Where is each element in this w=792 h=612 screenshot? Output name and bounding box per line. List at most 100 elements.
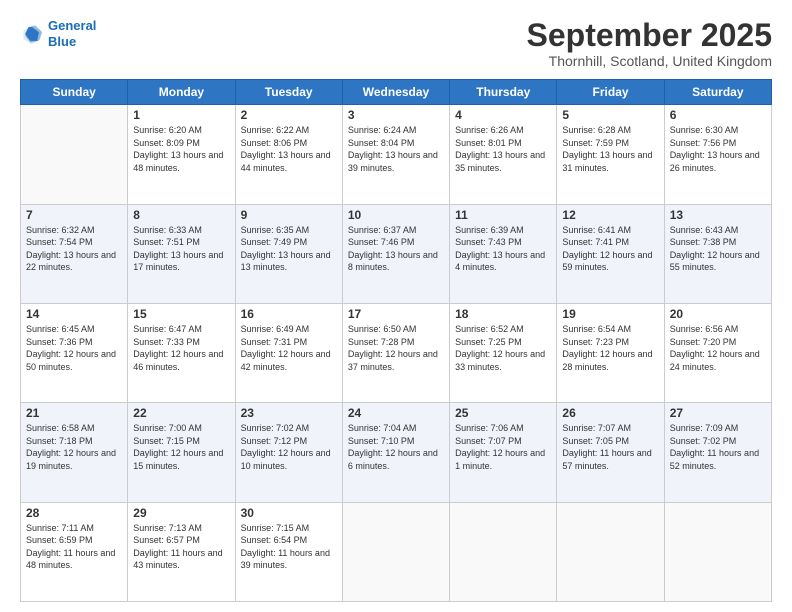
calendar-cell: 10 Sunrise: 6:37 AMSunset: 7:46 PMDayligh… xyxy=(342,204,449,303)
day-number: 18 xyxy=(455,307,551,321)
calendar-cell: 18 Sunrise: 6:52 AMSunset: 7:25 PMDayligh… xyxy=(450,303,557,402)
calendar-cell: 21 Sunrise: 6:58 AMSunset: 7:18 PMDayligh… xyxy=(21,403,128,502)
day-info: Sunrise: 6:35 AMSunset: 7:49 PMDaylight:… xyxy=(241,224,337,274)
day-info: Sunrise: 6:50 AMSunset: 7:28 PMDaylight:… xyxy=(348,323,444,373)
day-number: 11 xyxy=(455,208,551,222)
location: Thornhill, Scotland, United Kingdom xyxy=(527,53,772,69)
month-title: September 2025 xyxy=(527,18,772,53)
calendar-cell: 23 Sunrise: 7:02 AMSunset: 7:12 PMDayligh… xyxy=(235,403,342,502)
calendar-header-thursday: Thursday xyxy=(450,80,557,105)
calendar-cell xyxy=(664,502,771,601)
calendar-cell: 17 Sunrise: 6:50 AMSunset: 7:28 PMDayligh… xyxy=(342,303,449,402)
logo-text: General Blue xyxy=(48,18,96,49)
day-info: Sunrise: 6:56 AMSunset: 7:20 PMDaylight:… xyxy=(670,323,766,373)
day-number: 30 xyxy=(241,506,337,520)
calendar-cell xyxy=(21,105,128,204)
logo-line2: Blue xyxy=(48,34,76,49)
calendar-cell: 8Sunrise: 6:33 AMSunset: 7:51 PMDaylight… xyxy=(128,204,235,303)
day-number: 3 xyxy=(348,108,444,122)
day-info: Sunrise: 6:26 AMSunset: 8:01 PMDaylight:… xyxy=(455,124,551,174)
day-info: Sunrise: 6:54 AMSunset: 7:23 PMDaylight:… xyxy=(562,323,658,373)
day-number: 1 xyxy=(133,108,229,122)
day-info: Sunrise: 6:47 AMSunset: 7:33 PMDaylight:… xyxy=(133,323,229,373)
calendar-cell xyxy=(450,502,557,601)
day-info: Sunrise: 7:09 AMSunset: 7:02 PMDaylight:… xyxy=(670,422,766,472)
day-info: Sunrise: 6:41 AMSunset: 7:41 PMDaylight:… xyxy=(562,224,658,274)
day-number: 15 xyxy=(133,307,229,321)
calendar-cell: 9 Sunrise: 6:35 AMSunset: 7:49 PMDaylight… xyxy=(235,204,342,303)
day-info: Sunrise: 6:43 AMSunset: 7:38 PMDaylight:… xyxy=(670,224,766,274)
calendar-week-row: 21 Sunrise: 6:58 AMSunset: 7:18 PMDayligh… xyxy=(21,403,772,502)
day-info: Sunrise: 6:20 AMSunset: 8:09 PMDaylight:… xyxy=(133,124,229,174)
day-info: Sunrise: 6:45 AMSunset: 7:36 PMDaylight:… xyxy=(26,323,122,373)
calendar-cell xyxy=(342,502,449,601)
day-number: 28 xyxy=(26,506,122,520)
calendar-header-monday: Monday xyxy=(128,80,235,105)
day-number: 29 xyxy=(133,506,229,520)
logo-icon xyxy=(20,22,44,46)
calendar-header-row: SundayMondayTuesdayWednesdayThursdayFrid… xyxy=(21,80,772,105)
day-number: 4 xyxy=(455,108,551,122)
calendar-cell: 30Sunrise: 7:15 AMSunset: 6:54 PMDayligh… xyxy=(235,502,342,601)
calendar-cell: 13 Sunrise: 6:43 AMSunset: 7:38 PMDayligh… xyxy=(664,204,771,303)
day-number: 20 xyxy=(670,307,766,321)
day-number: 16 xyxy=(241,307,337,321)
day-info: Sunrise: 6:30 AMSunset: 7:56 PMDaylight:… xyxy=(670,124,766,174)
calendar-cell: 16 Sunrise: 6:49 AMSunset: 7:31 PMDayligh… xyxy=(235,303,342,402)
logo: General Blue xyxy=(20,18,96,49)
page: General Blue September 2025 Thornhill, S… xyxy=(0,0,792,612)
calendar-cell: 29 Sunrise: 7:13 AMSunset: 6:57 PMDayligh… xyxy=(128,502,235,601)
calendar-cell: 3Sunrise: 6:24 AMSunset: 8:04 PMDaylight… xyxy=(342,105,449,204)
calendar-cell: 6 Sunrise: 6:30 AMSunset: 7:56 PMDaylight… xyxy=(664,105,771,204)
day-info: Sunrise: 7:02 AMSunset: 7:12 PMDaylight:… xyxy=(241,422,337,472)
day-number: 21 xyxy=(26,406,122,420)
day-number: 19 xyxy=(562,307,658,321)
calendar-cell xyxy=(557,502,664,601)
calendar-cell: 22 Sunrise: 7:00 AMSunset: 7:15 PMDayligh… xyxy=(128,403,235,502)
day-number: 5 xyxy=(562,108,658,122)
day-info: Sunrise: 6:39 AMSunset: 7:43 PMDaylight:… xyxy=(455,224,551,274)
day-number: 6 xyxy=(670,108,766,122)
day-info: Sunrise: 6:58 AMSunset: 7:18 PMDaylight:… xyxy=(26,422,122,472)
day-number: 13 xyxy=(670,208,766,222)
calendar-week-row: 1 Sunrise: 6:20 AMSunset: 8:09 PMDaylight… xyxy=(21,105,772,204)
day-number: 2 xyxy=(241,108,337,122)
day-number: 23 xyxy=(241,406,337,420)
day-info: Sunrise: 7:13 AMSunset: 6:57 PMDaylight:… xyxy=(133,522,229,572)
calendar-cell: 24Sunrise: 7:04 AMSunset: 7:10 PMDayligh… xyxy=(342,403,449,502)
day-number: 22 xyxy=(133,406,229,420)
day-info: Sunrise: 6:49 AMSunset: 7:31 PMDaylight:… xyxy=(241,323,337,373)
calendar-cell: 4 Sunrise: 6:26 AMSunset: 8:01 PMDaylight… xyxy=(450,105,557,204)
calendar-cell: 5 Sunrise: 6:28 AMSunset: 7:59 PMDaylight… xyxy=(557,105,664,204)
calendar-cell: 28Sunrise: 7:11 AMSunset: 6:59 PMDayligh… xyxy=(21,502,128,601)
day-number: 26 xyxy=(562,406,658,420)
day-info: Sunrise: 7:07 AMSunset: 7:05 PMDaylight:… xyxy=(562,422,658,472)
calendar-cell: 19 Sunrise: 6:54 AMSunset: 7:23 PMDayligh… xyxy=(557,303,664,402)
day-info: Sunrise: 6:28 AMSunset: 7:59 PMDaylight:… xyxy=(562,124,658,174)
calendar-cell: 1 Sunrise: 6:20 AMSunset: 8:09 PMDaylight… xyxy=(128,105,235,204)
calendar-cell: 2 Sunrise: 6:22 AMSunset: 8:06 PMDaylight… xyxy=(235,105,342,204)
day-info: Sunrise: 7:06 AMSunset: 7:07 PMDaylight:… xyxy=(455,422,551,472)
day-number: 9 xyxy=(241,208,337,222)
day-number: 17 xyxy=(348,307,444,321)
day-info: Sunrise: 6:37 AMSunset: 7:46 PMDaylight:… xyxy=(348,224,444,274)
calendar-cell: 27 Sunrise: 7:09 AMSunset: 7:02 PMDayligh… xyxy=(664,403,771,502)
calendar-cell: 7Sunrise: 6:32 AMSunset: 7:54 PMDaylight… xyxy=(21,204,128,303)
day-number: 12 xyxy=(562,208,658,222)
day-number: 10 xyxy=(348,208,444,222)
day-info: Sunrise: 6:33 AMSunset: 7:51 PMDaylight:… xyxy=(133,224,229,274)
calendar-header-wednesday: Wednesday xyxy=(342,80,449,105)
calendar-header-tuesday: Tuesday xyxy=(235,80,342,105)
calendar-cell: 15 Sunrise: 6:47 AMSunset: 7:33 PMDayligh… xyxy=(128,303,235,402)
calendar-header-sunday: Sunday xyxy=(21,80,128,105)
calendar-week-row: 7Sunrise: 6:32 AMSunset: 7:54 PMDaylight… xyxy=(21,204,772,303)
day-info: Sunrise: 6:52 AMSunset: 7:25 PMDaylight:… xyxy=(455,323,551,373)
calendar-week-row: 14Sunrise: 6:45 AMSunset: 7:36 PMDayligh… xyxy=(21,303,772,402)
calendar-cell: 26 Sunrise: 7:07 AMSunset: 7:05 PMDayligh… xyxy=(557,403,664,502)
day-info: Sunrise: 7:00 AMSunset: 7:15 PMDaylight:… xyxy=(133,422,229,472)
calendar-cell: 25Sunrise: 7:06 AMSunset: 7:07 PMDayligh… xyxy=(450,403,557,502)
calendar-cell: 11 Sunrise: 6:39 AMSunset: 7:43 PMDayligh… xyxy=(450,204,557,303)
day-number: 27 xyxy=(670,406,766,420)
day-info: Sunrise: 6:22 AMSunset: 8:06 PMDaylight:… xyxy=(241,124,337,174)
day-number: 7 xyxy=(26,208,122,222)
